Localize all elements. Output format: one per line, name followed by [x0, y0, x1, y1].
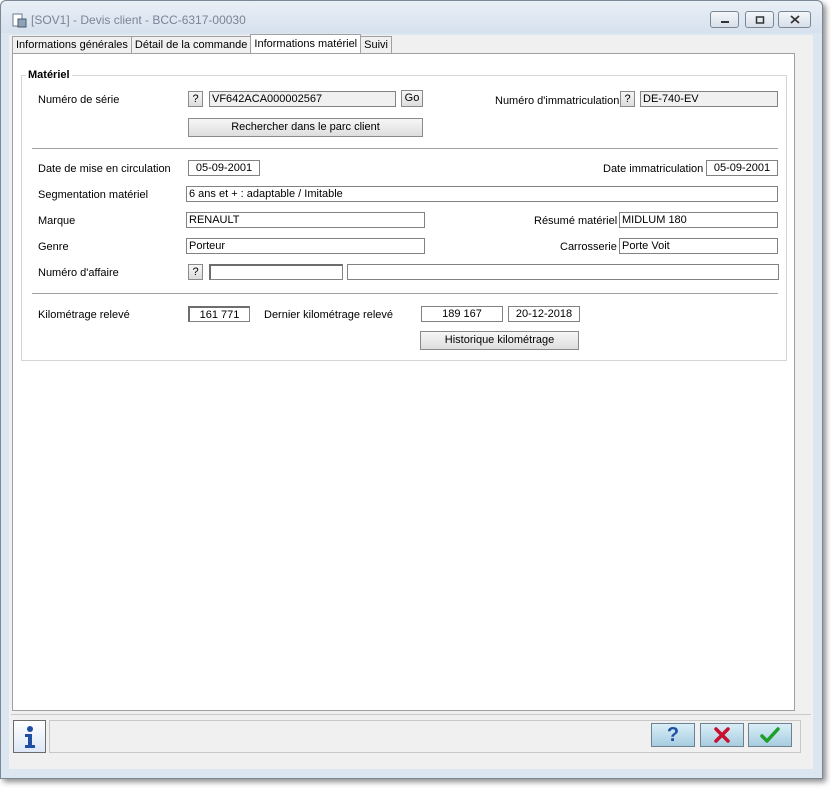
- tab-strip: Informations générales Détail de la comm…: [12, 34, 392, 54]
- tab-detail-commande[interactable]: Détail de la commande: [130, 36, 252, 53]
- dernier-kilometrage-field[interactable]: 189 167: [421, 306, 503, 322]
- numero-affaire-field[interactable]: [209, 264, 343, 280]
- numero-affaire-label: Numéro d'affaire: [38, 267, 119, 279]
- carrosserie-field[interactable]: Porte Voit: [619, 238, 778, 254]
- maximize-button[interactable]: [745, 11, 774, 28]
- numero-affaire-description-field[interactable]: [347, 264, 779, 280]
- close-button[interactable]: [778, 11, 811, 28]
- numero-serie-field[interactable]: VF642ACA000002567: [209, 91, 396, 107]
- go-button[interactable]: Go: [401, 90, 423, 107]
- carrosserie-label: Carrosserie: [560, 241, 617, 253]
- numero-serie-label: Numéro de série: [38, 94, 120, 106]
- validate-button[interactable]: [748, 723, 792, 747]
- cancel-icon: [714, 727, 730, 743]
- numero-serie-help-button[interactable]: ?: [188, 91, 203, 107]
- historique-kilometrage-button[interactable]: Historique kilométrage: [420, 331, 579, 350]
- cancel-button[interactable]: [700, 723, 744, 747]
- date-immatriculation-label: Date immatriculation: [603, 163, 704, 175]
- marque-label: Marque: [38, 215, 76, 227]
- rechercher-parc-client-button[interactable]: Rechercher dans le parc client: [188, 118, 423, 137]
- title-bar[interactable]: [SOV1] - Devis client - BCC-6317-00030: [1, 1, 822, 33]
- kilometrage-releve-field[interactable]: 161 771: [188, 306, 250, 322]
- client-area: Informations générales Détail de la comm…: [9, 34, 813, 769]
- tab-panel-materiel: Matériel Numéro de série ? VF642ACA00000…: [12, 53, 795, 711]
- info-icon: [24, 725, 35, 748]
- info-button[interactable]: [13, 720, 46, 753]
- resume-materiel-field[interactable]: MIDLUM 180: [619, 212, 778, 228]
- app-icon: [12, 13, 27, 28]
- tab-suivi[interactable]: Suivi: [360, 36, 392, 53]
- genre-label: Genre: [38, 241, 69, 253]
- numero-immatriculation-help-button[interactable]: ?: [620, 91, 635, 107]
- date-immatriculation-field[interactable]: 05-09-2001: [706, 160, 778, 176]
- segmentation-materiel-label: Segmentation matériel: [38, 189, 149, 201]
- help-button[interactable]: ?: [651, 723, 695, 747]
- separator-1: [32, 148, 778, 149]
- genre-field[interactable]: Porteur: [186, 238, 425, 254]
- checkmark-icon: [760, 727, 780, 743]
- segmentation-materiel-field[interactable]: 6 ans et + : adaptable / Imitable: [186, 186, 778, 202]
- window-title: [SOV1] - Devis client - BCC-6317-00030: [31, 13, 246, 27]
- numero-immatriculation-field[interactable]: DE-740-EV: [640, 91, 778, 107]
- help-icon: ?: [666, 723, 680, 746]
- status-bar: ?: [11, 714, 811, 755]
- marque-field[interactable]: RENAULT: [186, 212, 425, 228]
- minimize-icon: [720, 20, 729, 23]
- dialog-window: [SOV1] - Devis client - BCC-6317-00030 I…: [0, 0, 823, 779]
- date-mise-circulation-label: Date de mise en circulation: [38, 163, 171, 175]
- tab-informations-generales[interactable]: Informations générales: [12, 36, 132, 53]
- tab-informations-materiel[interactable]: Informations matériel: [250, 34, 362, 53]
- resume-materiel-label: Résumé matériel: [534, 215, 618, 227]
- separator-2: [32, 293, 778, 294]
- numero-affaire-help-button[interactable]: ?: [188, 264, 203, 280]
- materiel-group-title: Matériel: [26, 69, 72, 81]
- dernier-kilometrage-label: Dernier kilométrage relevé: [264, 309, 393, 321]
- maximize-icon: [755, 15, 764, 24]
- dernier-kilometrage-date-field[interactable]: 20-12-2018: [508, 306, 580, 322]
- minimize-button[interactable]: [710, 11, 739, 28]
- close-icon: [789, 15, 800, 24]
- kilometrage-releve-label: Kilométrage relevé: [38, 309, 130, 321]
- date-mise-circulation-field[interactable]: 05-09-2001: [188, 160, 260, 176]
- numero-immatriculation-label: Numéro d'immatriculation: [495, 95, 620, 107]
- materiel-group: Matériel Numéro de série ? VF642ACA00000…: [21, 69, 787, 361]
